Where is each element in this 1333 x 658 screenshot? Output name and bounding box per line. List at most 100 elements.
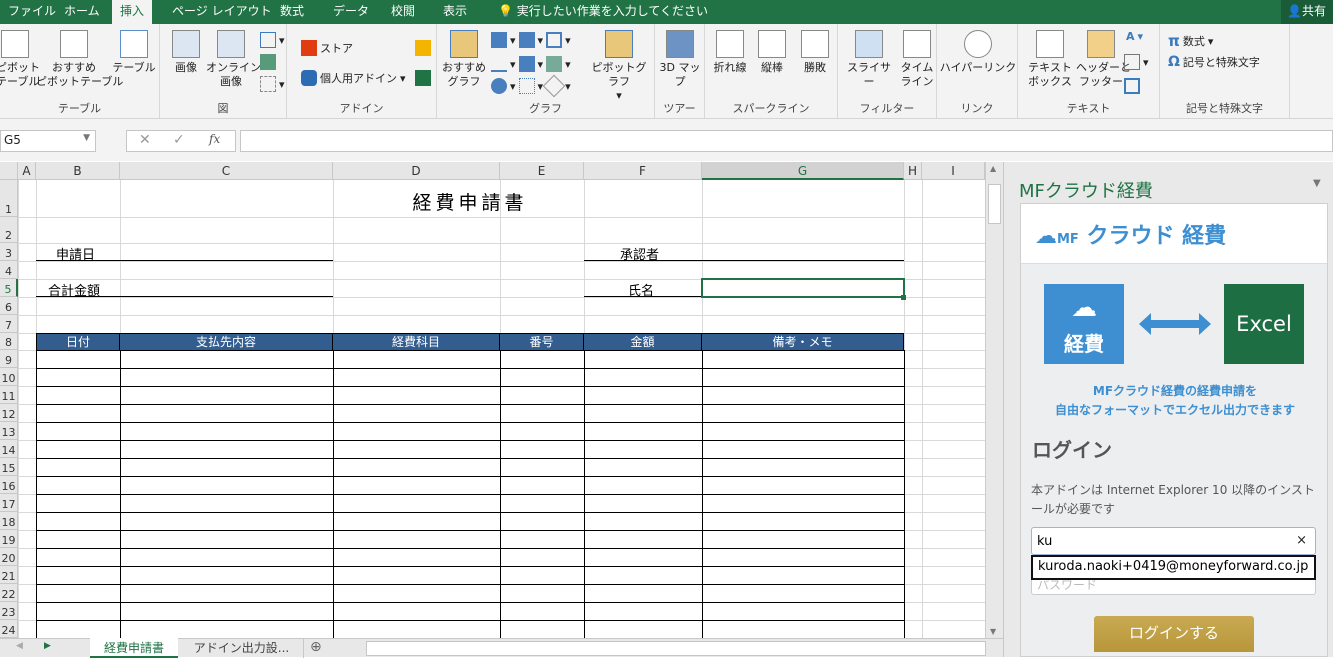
insert-function-icon[interactable]: fx (209, 132, 220, 146)
shapes-button[interactable]: ▾ (260, 32, 285, 48)
wordart-button[interactable]: A ▾ (1126, 30, 1143, 43)
spreadsheet-grid[interactable]: A B C D E F G H I 1 2 3 4 5 6 7 8 9 10 11 12 13 14 15 16 17 18 19 20… (0, 162, 985, 638)
hyperlink-button[interactable]: ハイパーリンク (939, 30, 1017, 75)
group-label: スパークライン (732, 102, 810, 115)
column-header[interactable]: G (702, 162, 904, 180)
row-header[interactable]: 5 (0, 279, 18, 297)
ribbon-tab[interactable]: 校閲 (383, 0, 423, 24)
my-addins-button[interactable]: 個人用アドイン ▾ (301, 70, 406, 86)
store-button[interactable]: ストア (301, 40, 353, 56)
enter-icon[interactable]: ✓ (173, 132, 185, 148)
next-sheet-icon[interactable]: ▶ (44, 641, 51, 651)
recommended-charts-button[interactable]: おすすめ グラフ (441, 30, 487, 89)
textbox-button[interactable]: テキスト ボックス (1024, 30, 1076, 89)
column-header[interactable]: D (333, 162, 500, 180)
row-header[interactable]: 15 (0, 458, 18, 476)
row-header[interactable]: 22 (0, 584, 18, 602)
sparkline-line-button[interactable]: 折れ線 (709, 30, 751, 75)
share-button[interactable]: 👤共有 (1281, 0, 1333, 24)
row-header[interactable]: 14 (0, 440, 18, 458)
sheet-tab-addin-settings[interactable]: アドイン出力設... (180, 639, 304, 658)
row-header[interactable]: 16 (0, 476, 18, 494)
column-header[interactable]: E (500, 162, 584, 180)
row-header[interactable]: 13 (0, 422, 18, 440)
row-header[interactable]: 19 (0, 530, 18, 548)
pie-chart-button[interactable]: ▾ ▾ ▾ (491, 74, 571, 98)
cancel-icon[interactable]: ✕ (139, 132, 151, 148)
row-header[interactable]: 12 (0, 404, 18, 422)
object-button[interactable] (1124, 78, 1140, 94)
row-header[interactable]: 8 (0, 333, 18, 350)
ribbon-tab[interactable]: ページ レイアウト (164, 0, 280, 24)
row-header[interactable]: 1 (0, 180, 18, 217)
scroll-down-icon[interactable]: ▼ (990, 627, 996, 636)
column-header[interactable]: C (120, 162, 333, 180)
row-header[interactable]: 4 (0, 261, 18, 279)
formula-input[interactable] (240, 130, 1333, 152)
ribbon-tab[interactable]: 表示 (435, 0, 475, 24)
fill-handle[interactable] (901, 295, 906, 300)
row-header[interactable]: 18 (0, 512, 18, 530)
table-button[interactable]: テーブル (112, 30, 156, 75)
column-header[interactable]: I (922, 162, 985, 180)
email-input[interactable]: ku × (1031, 527, 1316, 555)
row-header[interactable]: 10 (0, 368, 18, 386)
row-header[interactable]: 24 (0, 620, 18, 638)
ribbon-tab[interactable]: ホーム (56, 0, 108, 24)
column-header[interactable]: B (36, 162, 120, 180)
smartart-button[interactable] (260, 54, 276, 70)
vertical-scrollbar[interactable]: ▲ ▼ (985, 162, 1003, 638)
row-header[interactable]: 11 (0, 386, 18, 404)
pane-options-icon[interactable]: ▼ (1313, 178, 1321, 189)
mf-tile: ☁ 経費 (1044, 284, 1124, 364)
online-picture-button[interactable]: オンライン 画像 (206, 30, 261, 89)
scroll-thumb[interactable] (988, 184, 1001, 224)
sparkline-column-button[interactable]: 縦棒 (753, 30, 791, 75)
column-header[interactable]: H (904, 162, 922, 180)
row-header[interactable]: 7 (0, 315, 18, 333)
horizontal-scrollbar[interactable] (366, 641, 986, 656)
pivot-chart-button[interactable]: ピボットグラフ ▾ (587, 30, 651, 103)
slicer-button[interactable]: スライサー (842, 30, 896, 89)
signature-line-button[interactable]: ▾ (1124, 54, 1149, 70)
prev-sheet-icon[interactable]: ◀ (16, 641, 23, 651)
autocomplete-suggestion[interactable]: kuroda.naoki+0419@moneyforward.co.jp (1031, 555, 1316, 580)
scroll-up-icon[interactable]: ▲ (990, 164, 996, 173)
add-sheet-icon[interactable]: ⊕ (310, 639, 322, 655)
tell-me-search[interactable]: 💡 実行したい作業を入力してください (498, 0, 708, 24)
row-header[interactable]: 9 (0, 350, 18, 368)
ribbon-tab[interactable]: 数式 (272, 0, 312, 24)
symbol-button[interactable]: Ω 記号と特殊文字 (1168, 54, 1260, 70)
login-button[interactable]: ログインする (1094, 616, 1254, 652)
timeline-button[interactable]: タイム ライン (898, 30, 936, 89)
people-graph-button[interactable] (415, 70, 431, 86)
bing-maps-button[interactable] (415, 40, 431, 56)
3d-map-button[interactable]: 3D マッ プ (659, 30, 701, 89)
ribbon-tab[interactable]: 挿入 (112, 0, 153, 24)
select-all-corner[interactable] (0, 162, 18, 180)
row-header[interactable]: 23 (0, 602, 18, 620)
screenshot-button[interactable]: ▾ (260, 76, 285, 92)
sparkline-winloss-button[interactable]: 勝敗 (795, 30, 835, 75)
row-header[interactable]: 20 (0, 548, 18, 566)
picture-button[interactable]: 画像 (166, 30, 206, 75)
row-header[interactable]: 3 (0, 243, 18, 261)
line-chart-button[interactable]: ▾ ▾ ▾ (491, 56, 571, 72)
row-header[interactable]: 17 (0, 494, 18, 512)
column-header[interactable]: F (584, 162, 702, 180)
row-header[interactable]: 6 (0, 297, 18, 315)
ribbon-tab[interactable]: データ (325, 0, 377, 24)
sheet-tab-expense[interactable]: 経費申請書 (90, 638, 178, 658)
column-header[interactable]: A (18, 162, 36, 180)
clear-icon[interactable]: × (1296, 533, 1307, 548)
name-box[interactable]: G5 ▼ (0, 130, 96, 152)
row-header[interactable]: 21 (0, 566, 18, 584)
column-chart-button[interactable]: ▾ ▾ ▾ (491, 32, 571, 48)
row-header[interactable]: 2 (0, 217, 18, 243)
recommended-pivot-button[interactable]: おすすめ ピボットテーブル (36, 30, 123, 89)
pivot-table-button[interactable]: ピボット テーブル (0, 30, 40, 89)
selected-cell-G5[interactable] (701, 278, 905, 298)
ribbon-tab[interactable]: ファイル (0, 0, 64, 24)
header-footer-button[interactable]: ヘッダーと フッター (1076, 30, 1131, 89)
equation-button[interactable]: π 数式 ▾ (1168, 32, 1213, 50)
